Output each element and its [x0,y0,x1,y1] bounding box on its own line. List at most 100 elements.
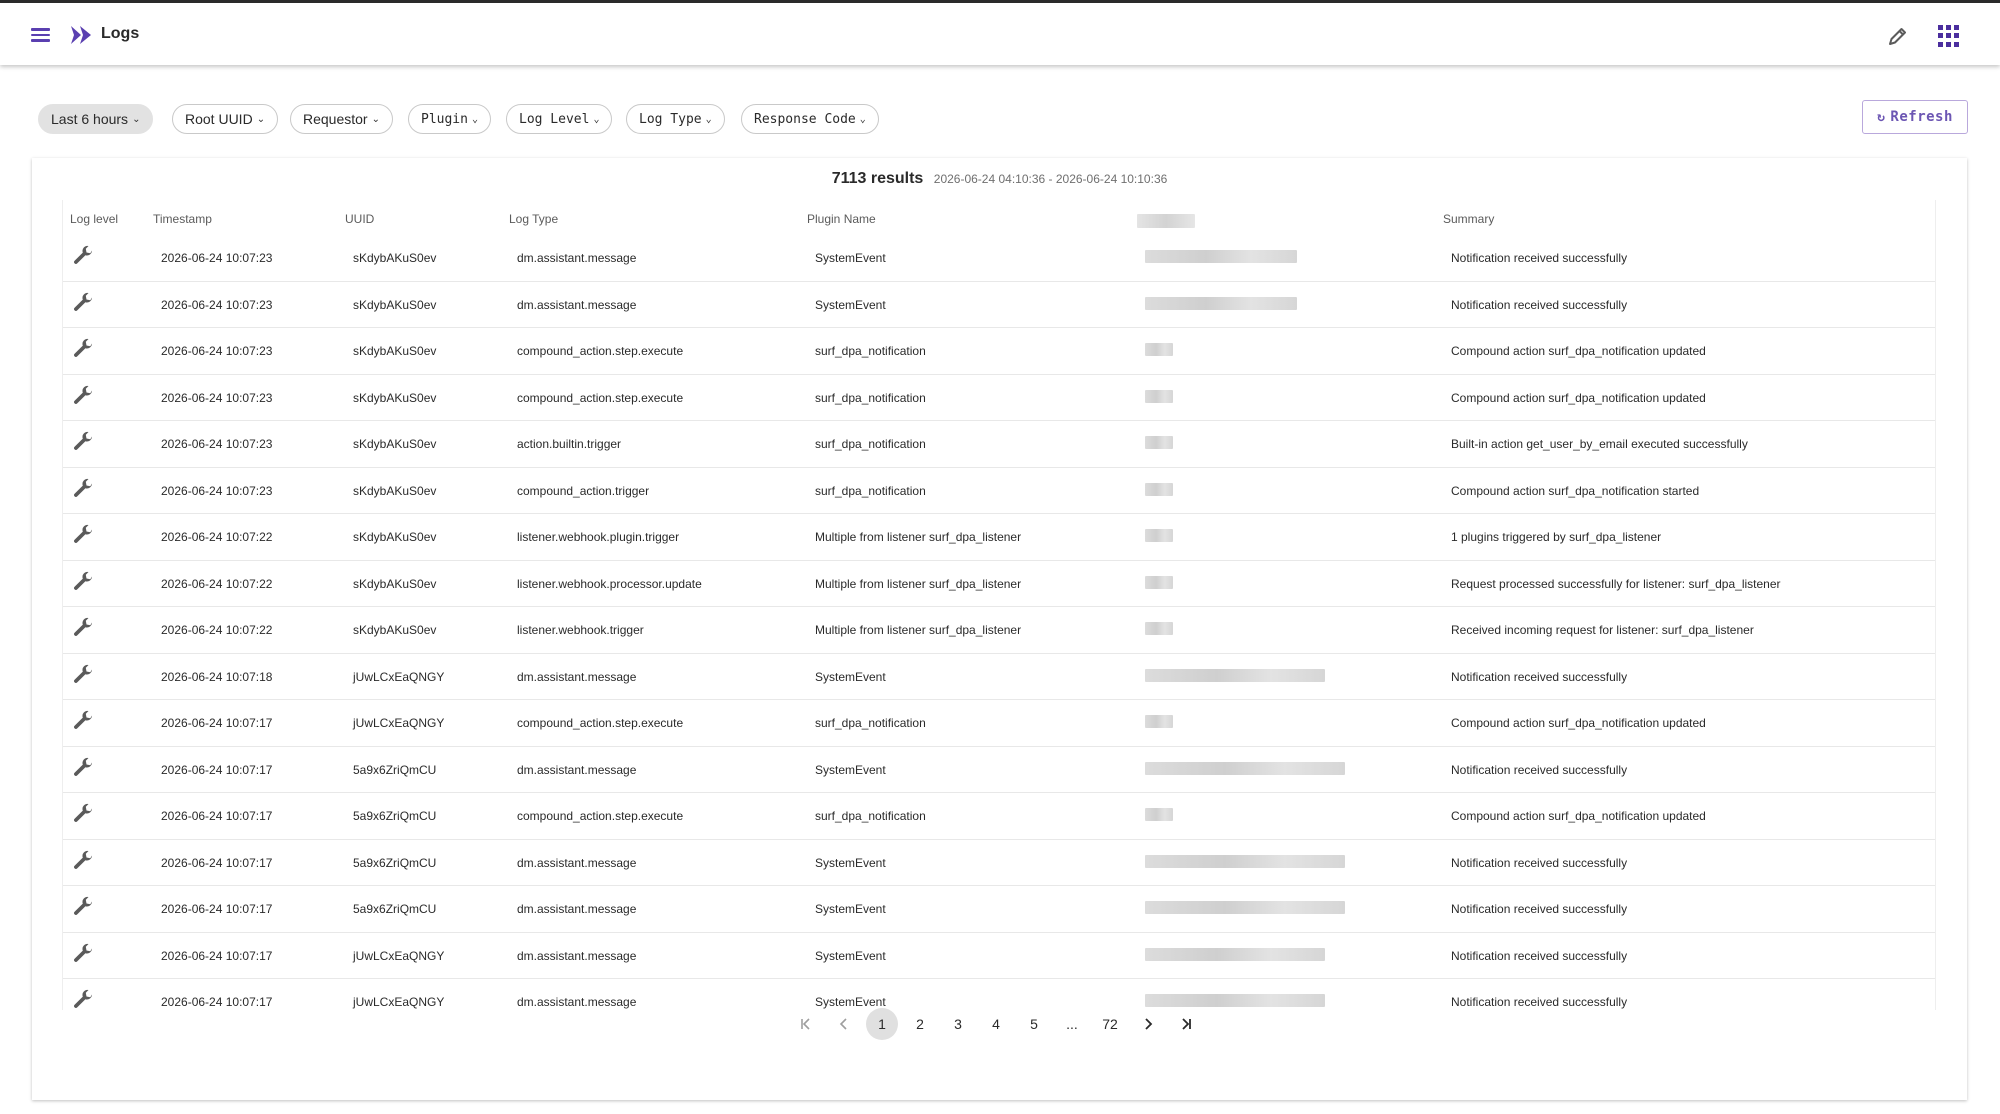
column-header-summary[interactable]: Summary [1443,212,1494,226]
page-button-1[interactable]: 1 [866,1008,898,1040]
cell-summary: Notification received successfully [1451,251,1628,265]
column-header-timestamp[interactable]: Timestamp [153,212,212,226]
cell-uuid[interactable]: sKdybAKuS0ev [353,484,436,498]
cell-uuid[interactable]: jUwLCxEaQNGY [353,670,444,684]
cell-summary: Notification received successfully [1451,762,1628,777]
table-row[interactable]: 2026-06-24 10:07:22 sKdybAKuS0ev listener.… [63,513,1935,561]
cell-plugin-name: SystemEvent [815,762,886,777]
filter-log-type[interactable]: Log Type ⌄ [626,104,725,134]
cell-uuid[interactable]: sKdybAKuS0ev [353,251,436,265]
column-header-log-type[interactable]: Log Type [509,212,558,226]
apps-grid-icon[interactable] [1938,25,1960,47]
cell-uuid[interactable]: 5a9x6ZriQmCU [353,763,436,777]
refresh-button[interactable]: ↻ Refresh [1862,100,1968,134]
cell-timestamp: 2026-06-24 10:07:23 [161,251,273,265]
table-row[interactable]: 2026-06-24 10:07:17 jUwLCxEaQNGY dm.assist… [63,932,1935,979]
menu-icon[interactable] [28,22,54,48]
table-row[interactable]: 2026-06-24 10:07:23 sKdybAKuS0ev dm.assist… [63,234,1935,282]
cell-uuid[interactable]: 5a9x6ZriQmCU [353,809,436,823]
filter-response-code[interactable]: Response Code ⌄ [741,104,879,134]
cell-uuid[interactable]: sKdybAKuS0ev [353,623,436,637]
page-title: Logs [101,25,140,42]
page-button-last[interactable]: 72 [1094,1008,1126,1040]
table-row[interactable]: 2026-06-24 10:07:23 sKdybAKuS0ev compound_… [63,327,1935,375]
page-button-4[interactable]: 4 [980,1008,1012,1040]
cell-uuid[interactable]: 5a9x6ZriQmCU [353,856,436,870]
column-header-log-level[interactable]: Log level [70,212,118,226]
cell-uuid[interactable]: 5a9x6ZriQmCU [353,902,436,916]
table-row[interactable]: 2026-06-24 10:07:22 sKdybAKuS0ev listener.… [63,560,1935,607]
refresh-icon: ↻ [1877,109,1886,125]
table-row[interactable]: 2026-06-24 10:07:18 jUwLCxEaQNGY dm.assist… [63,653,1935,700]
cell-timestamp: 2026-06-24 10:07:17 [161,716,273,730]
results-count: 7113 results [831,170,924,187]
cell-plugin-name: surf_dpa_notification [815,809,926,823]
cell-timestamp: 2026-06-24 10:07:17 [161,948,273,963]
table-row[interactable]: 2026-06-24 10:07:23 sKdybAKuS0ev dm.assist… [63,281,1935,328]
filter-label: Last 6 hours [51,111,129,127]
cell-timestamp: 2026-06-24 10:07:17 [161,762,273,777]
cell-summary: Received incoming request for listener: … [1451,623,1754,637]
cell-uuid[interactable]: sKdybAKuS0ev [353,437,436,451]
cell-timestamp: 2026-06-24 10:07:23 [161,483,273,498]
wrench-icon [74,896,92,915]
cell-uuid[interactable]: jUwLCxEaQNGY [353,716,444,730]
cell-summary: Built-in action get_user_by_email execut… [1451,437,1748,451]
page-button-3[interactable]: 3 [942,1008,974,1040]
wrench-icon [74,338,92,357]
cell-summary: Compound action surf_dpa_notification up… [1451,809,1706,823]
redacted-value [1145,715,1173,728]
redacted-value [1145,436,1173,449]
cell-log-type: compound_action.step.execute [517,390,684,405]
results-time-range: 2026-06-24 04:10:36 - 2026-06-24 10:10:3… [933,172,1168,186]
chevron-down-icon: ⌄ [593,113,600,125]
cell-timestamp: 2026-06-24 10:07:23 [161,344,273,358]
filter-root-uuid[interactable]: Root UUID ⌄ [172,104,279,134]
table-row[interactable]: 2026-06-24 10:07:17 5a9x6ZriQmCU compound_… [63,792,1935,840]
table-row[interactable]: 2026-06-24 10:07:23 sKdybAKuS0ev action.bu… [63,420,1935,468]
pagination: 1 2 3 4 5 ... 72 [32,1006,1967,1040]
cell-uuid[interactable]: sKdybAKuS0ev [353,577,436,591]
filter-requestor[interactable]: Requestor ⌄ [290,104,393,134]
pen-icon[interactable] [1886,24,1910,48]
table-row[interactable]: 2026-06-24 10:07:23 sKdybAKuS0ev compound_… [63,374,1935,421]
table-row[interactable]: 2026-06-24 10:07:23 sKdybAKuS0ev compound_… [63,467,1935,514]
wrench-icon [74,292,92,311]
redacted-value [1145,761,1345,775]
cell-timestamp: 2026-06-24 10:07:23 [161,437,273,451]
table-row[interactable]: 2026-06-24 10:07:22 sKdybAKuS0ev listener.… [63,606,1935,654]
table-row[interactable]: 2026-06-24 10:07:17 jUwLCxEaQNGY compound_… [63,699,1935,747]
chevron-right-icon[interactable] [1132,1008,1164,1040]
chevron-left-icon[interactable] [828,1008,860,1040]
wrench-icon [74,385,92,404]
filter-label: Requestor [303,111,368,127]
table-row[interactable]: 2026-06-24 10:07:17 5a9x6ZriQmCU dm.assist… [63,746,1935,793]
cell-plugin-name: surf_dpa_notification [815,390,926,405]
filter-log-level[interactable]: Log Level ⌄ [506,104,613,134]
page-button-2[interactable]: 2 [904,1008,936,1040]
page-button-5[interactable]: 5 [1018,1008,1050,1040]
cell-log-type: dm.assistant.message [517,855,637,870]
cell-plugin-name: Multiple from listener surf_dpa_listener [815,530,1022,544]
table-row[interactable]: 2026-06-24 10:07:17 5a9x6ZriQmCU dm.assist… [63,885,1935,933]
cell-summary: Notification received successfully [1451,669,1628,684]
filter-plugin[interactable]: Plugin ⌄ [408,104,491,134]
filter-time-range[interactable]: Last 6 hours ⌄ [38,104,154,134]
cell-timestamp: 2026-06-24 10:07:17 [161,809,273,823]
first-page-icon[interactable] [790,1008,822,1040]
table-row[interactable]: 2026-06-24 10:07:17 5a9x6ZriQmCU dm.assist… [63,839,1935,886]
column-header-plugin-name[interactable]: Plugin Name [807,212,876,226]
cell-uuid[interactable]: sKdybAKuS0ev [353,391,436,405]
cell-log-type: dm.assistant.message [517,948,637,963]
cell-uuid[interactable]: sKdybAKuS0ev [353,530,436,544]
logs-panel: 7113 results 2026-06-24 04:10:36 - 2026-… [32,158,1967,1100]
column-header-uuid[interactable]: UUID [345,212,374,226]
wrench-icon [74,617,92,636]
cell-summary: Notification received successfully [1451,297,1628,312]
cell-uuid[interactable]: sKdybAKuS0ev [353,344,436,358]
cell-timestamp: 2026-06-24 10:07:22 [161,623,273,637]
last-page-icon[interactable] [1170,1008,1202,1040]
cell-uuid[interactable]: jUwLCxEaQNGY [353,949,444,963]
cell-summary: Notification received successfully [1451,948,1628,963]
cell-uuid[interactable]: sKdybAKuS0ev [353,298,436,312]
